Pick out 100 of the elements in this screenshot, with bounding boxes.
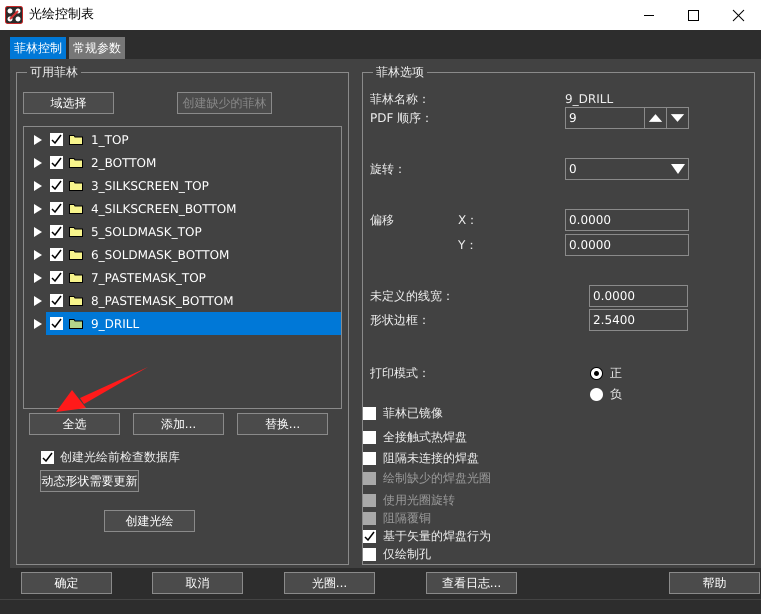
folder-icon — [69, 226, 83, 237]
tree-item[interactable]: 9_DRILL — [46, 312, 341, 335]
button[interactable]: 帮助 — [669, 572, 760, 594]
folder-icon — [69, 318, 83, 329]
folder-icon — [69, 272, 83, 283]
film-name: 5_SOLDMASK_TOP — [91, 224, 202, 240]
folder-icon — [69, 249, 83, 260]
checkbox-label: 创建光绘前检查数据库 — [60, 449, 180, 466]
checkbox-label: 使用光圈旋转 — [383, 492, 455, 509]
button[interactable]: 域选择 — [23, 92, 114, 114]
button[interactable]: 替换... — [237, 413, 328, 435]
app-icon — [5, 6, 23, 24]
button[interactable]: 光圈... — [284, 572, 375, 594]
group-title: 菲林选项 — [375, 65, 425, 79]
expand-icon[interactable] — [34, 296, 42, 306]
field-label: 旋转： — [370, 161, 407, 178]
field-label: X： — [458, 212, 480, 229]
film-name: 3_SILKSCREEN_TOP — [91, 178, 209, 194]
group-title: 可用菲林 — [29, 65, 79, 79]
checkbox[interactable] — [50, 294, 63, 307]
button[interactable]: 全选 — [29, 413, 120, 435]
checkbox[interactable] — [363, 530, 376, 542]
expand-icon[interactable] — [34, 250, 42, 260]
checkbox[interactable] — [50, 156, 63, 169]
create-button[interactable]: 创建光绘 — [104, 510, 195, 532]
checkbox[interactable] — [50, 317, 63, 330]
tree-item[interactable]: 5_SOLDMASK_TOP — [46, 220, 341, 243]
field-label: PDF 顺序： — [370, 110, 434, 127]
checkbox[interactable] — [50, 133, 63, 146]
checkbox-label: 仅绘制孔 — [383, 546, 431, 563]
button[interactable]: 取消 — [152, 572, 243, 594]
checkbox[interactable] — [363, 430, 376, 444]
folder-icon — [69, 134, 83, 145]
radio-button[interactable] — [590, 366, 603, 380]
film-name: 1_TOP — [91, 132, 129, 148]
tree-item[interactable]: 8_PASTEMASK_BOTTOM — [46, 289, 341, 312]
window-title: 光绘控制表 — [29, 6, 94, 24]
checkbox[interactable] — [50, 248, 63, 261]
dropdown-value: 0 — [569, 161, 578, 178]
input-field[interactable]: 2.5400 — [589, 309, 688, 331]
film-name: 6_SOLDMASK_BOTTOM — [91, 246, 230, 264]
checkbox-label: 阻隔未连接的焊盘 — [383, 450, 479, 467]
expand-icon[interactable] — [34, 272, 42, 282]
radio-button[interactable] — [590, 388, 603, 400]
dropdown[interactable]: 0 — [565, 158, 689, 180]
checkbox[interactable] — [41, 450, 54, 464]
input-field[interactable]: 0.0000 — [565, 234, 689, 256]
tree-item[interactable]: 2_BOTTOM — [46, 151, 341, 174]
expand-icon[interactable] — [34, 226, 42, 236]
expand-icon[interactable] — [34, 204, 42, 214]
folder-icon — [69, 295, 83, 306]
folder-icon — [69, 157, 83, 168]
checkbox-label: 全接触式热焊盘 — [383, 429, 467, 446]
film-name: 2_BOTTOM — [91, 154, 156, 172]
film-name: 7_PASTEMASK_TOP — [91, 270, 206, 286]
folder-icon — [69, 180, 83, 191]
checkbox-label: 基于矢量的焊盘行为 — [383, 528, 491, 545]
folder-icon — [69, 203, 83, 214]
update-button[interactable]: 动态形状需要更新 — [40, 470, 139, 492]
expand-icon[interactable] — [34, 158, 42, 168]
checkbox[interactable] — [363, 406, 376, 420]
spin-value: 9 — [568, 110, 578, 127]
tree-item[interactable]: 6_SOLDMASK_BOTTOM — [46, 243, 341, 266]
checkbox[interactable] — [50, 179, 63, 192]
field-label: 打印模式： — [370, 365, 431, 382]
checkbox-label: 绘制缺少的焊盘光圈 — [383, 470, 491, 487]
radio-label: 负 — [610, 386, 622, 403]
field-label: 未定义的线宽： — [370, 288, 455, 305]
field-label: 菲林名称： — [370, 91, 431, 108]
field-label: Y： — [458, 237, 478, 254]
film-name: 8_PASTEMASK_BOTTOM — [91, 292, 234, 310]
input-field[interactable]: 0.0000 — [589, 285, 688, 307]
expand-icon[interactable] — [34, 318, 42, 328]
spin-box[interactable]: 9 — [565, 107, 689, 129]
field-label: 形状边框： — [370, 312, 431, 329]
tree-item[interactable]: 4_SILKSCREEN_BOTTOM — [46, 197, 341, 220]
field-value: 9_DRILL — [565, 91, 614, 108]
field-label: 偏移 — [370, 212, 395, 229]
checkbox[interactable] — [363, 452, 376, 464]
input-field[interactable]: 0.0000 — [565, 209, 689, 231]
button[interactable]: 查看日志... — [426, 572, 517, 594]
tab[interactable]: 常规参数 — [69, 37, 125, 59]
checkbox[interactable] — [50, 271, 63, 284]
checkbox-label: 菲林已镜像 — [383, 405, 443, 422]
checkbox[interactable] — [50, 225, 63, 238]
checkbox-label: 阻隔覆铜 — [383, 510, 431, 527]
checkbox[interactable] — [363, 548, 376, 560]
film-name: 9_DRILL — [91, 316, 140, 332]
radio-label: 正 — [610, 365, 622, 382]
film-name: 4_SILKSCREEN_BOTTOM — [91, 200, 237, 218]
caret-icon — [671, 164, 685, 174]
button[interactable]: 确定 — [21, 572, 112, 594]
tab[interactable]: 菲林控制 — [10, 37, 66, 59]
tree-item[interactable]: 1_TOP — [46, 128, 341, 151]
button[interactable]: 添加... — [133, 413, 224, 435]
tree-item[interactable]: 7_PASTEMASK_TOP — [46, 266, 341, 289]
expand-icon[interactable] — [34, 134, 42, 144]
expand-icon[interactable] — [34, 180, 42, 190]
checkbox[interactable] — [50, 202, 63, 215]
tree-item[interactable]: 3_SILKSCREEN_TOP — [46, 174, 341, 197]
